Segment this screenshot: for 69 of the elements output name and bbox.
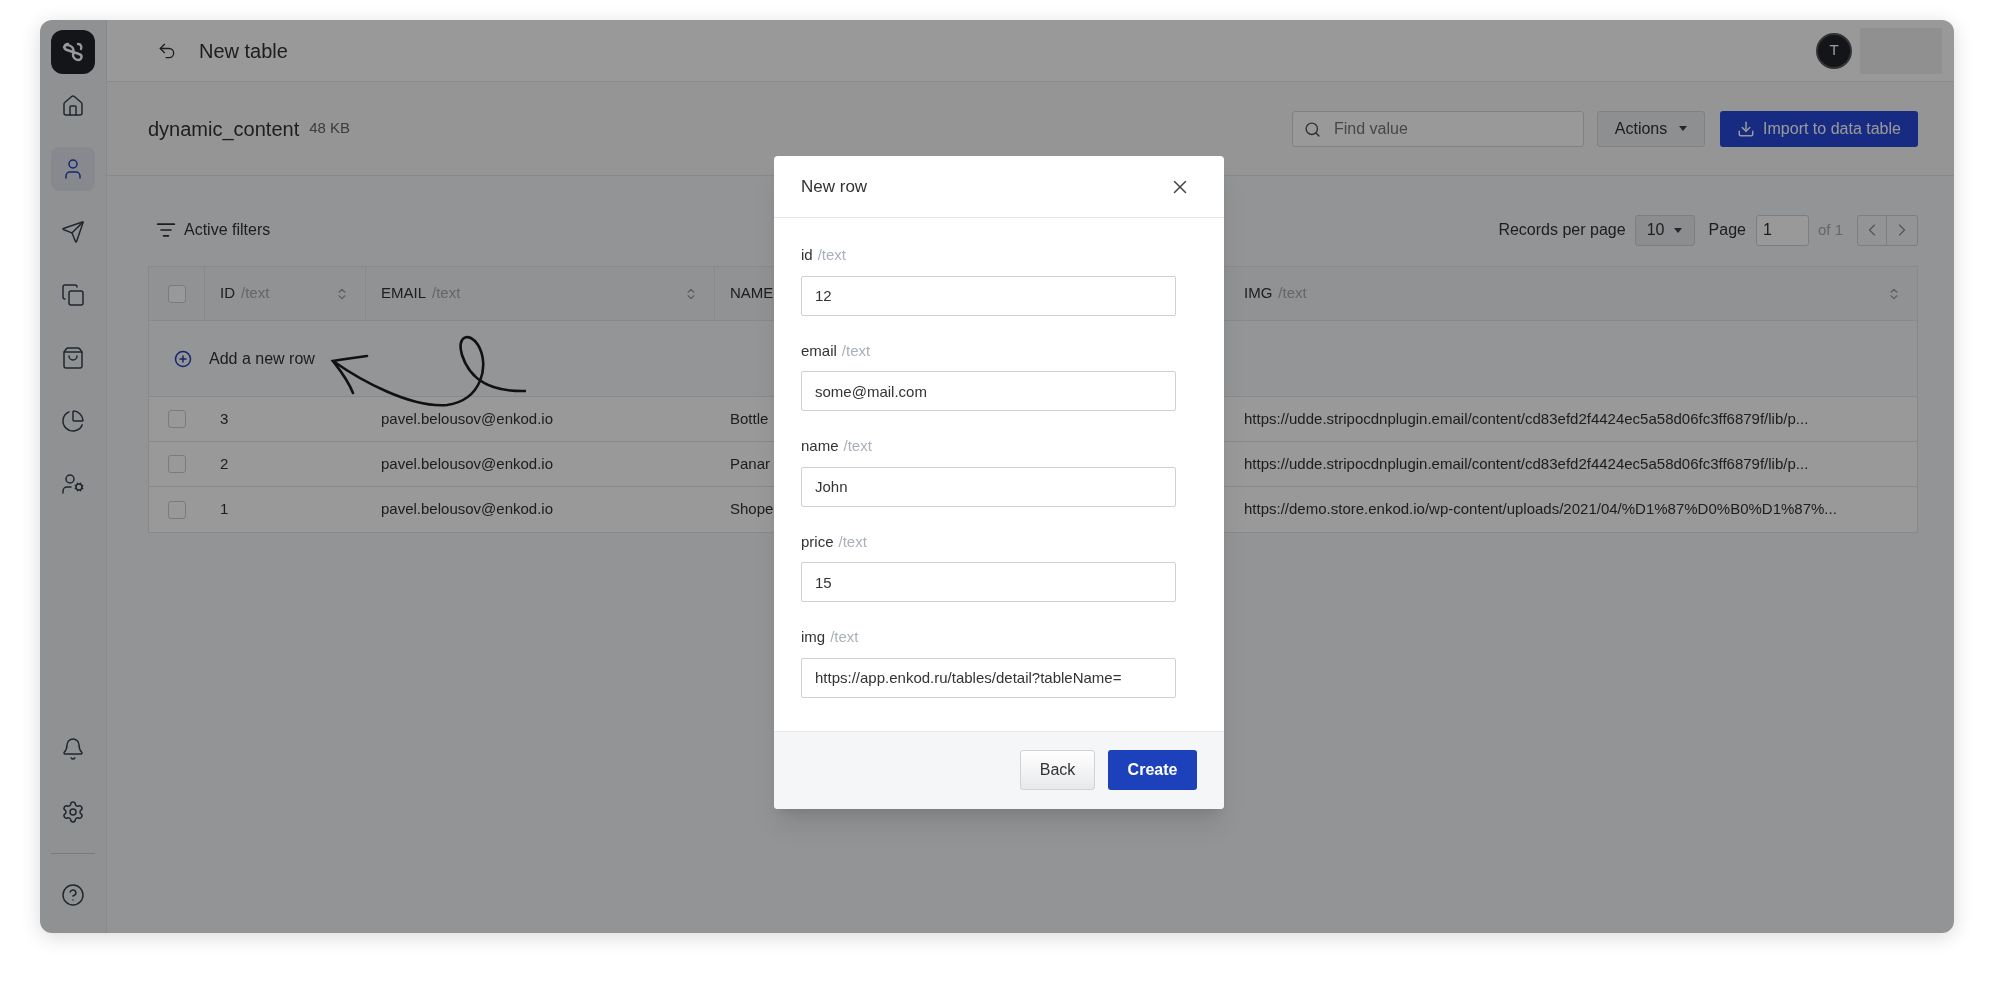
field-label: id xyxy=(801,245,813,265)
table-cell-text: pavel.belousov@enkod.io xyxy=(381,408,553,429)
table-name: dynamic_content xyxy=(148,116,300,143)
table-cell-text: 3 xyxy=(220,408,229,429)
table-cell-text: https://demo.store.enkod.io/wp-content/uploads/2021/04/%D1%87%D0%B0%D1%87%... xyxy=(1244,499,1837,520)
page-title: New table xyxy=(199,38,288,64)
table-cell-text: pavel.belousov@enkod.io xyxy=(381,499,553,520)
records-select[interactable]: 10 xyxy=(1634,214,1695,246)
table-cell-text: Panar xyxy=(730,453,771,474)
filter-icon[interactable] xyxy=(156,220,176,240)
copy-icon xyxy=(61,283,85,307)
add-row-link[interactable]: Add a new row xyxy=(209,346,315,371)
field-label: email xyxy=(801,340,837,361)
field-type: /text xyxy=(838,531,867,552)
shopping-bag-icon xyxy=(61,346,85,370)
page-label: Page xyxy=(1708,220,1746,240)
table-cell-text: 1 xyxy=(220,499,229,520)
table-cell-text: https://udde.stripocdnplugin.email/content/cd83efd2f4424ec5a58d06fc3ff6879f/lib/p... xyxy=(1244,453,1809,474)
input-field[interactable]: John xyxy=(801,466,1176,507)
field-type: /text xyxy=(843,436,872,456)
previous-page-button[interactable] xyxy=(1857,214,1887,246)
checkbox[interactable] xyxy=(168,500,186,519)
create-button[interactable]: Create xyxy=(1108,750,1197,790)
help-icon xyxy=(61,883,85,907)
field-type: /text xyxy=(817,245,847,265)
table-cell-text: 2 xyxy=(220,453,229,474)
table-cell-text: Bottle xyxy=(730,408,769,429)
column-title: ID xyxy=(220,283,235,304)
user-gear-icon xyxy=(61,472,85,496)
actions-button[interactable]: Actions xyxy=(1597,110,1705,147)
settings-icon xyxy=(61,800,85,824)
table-cell-text: Shope xyxy=(730,499,774,520)
input-field[interactable]: 15 xyxy=(801,562,1176,602)
column-title: EMAIL xyxy=(381,283,426,304)
search-icon xyxy=(1304,120,1321,138)
back-button[interactable]: Back xyxy=(1020,750,1095,790)
send-icon xyxy=(61,220,85,244)
table-size: 48 KB xyxy=(309,118,351,139)
input-field[interactable]: https://app.enkod.ru/tables/detail?tableName= xyxy=(801,657,1176,698)
add-icon[interactable] xyxy=(174,349,192,368)
download-icon xyxy=(1737,119,1756,138)
table-cell-text: https://udde.stripocdnplugin.email/content/cd83efd2f4424ec5a58d06fc3ff6879f/lib/p... xyxy=(1244,408,1809,429)
avatar[interactable]: T xyxy=(1816,32,1852,69)
bell-icon xyxy=(61,737,85,761)
input-field[interactable]: some@mail.com xyxy=(801,371,1176,411)
column-title: NAME xyxy=(730,283,774,304)
dialog-title: New row xyxy=(801,175,868,198)
field-type: /text xyxy=(841,340,871,361)
import-button[interactable]: Import to data table xyxy=(1720,110,1918,147)
page-field[interactable]: 1 xyxy=(1755,214,1809,246)
search-field[interactable]: Find value xyxy=(1292,110,1584,147)
caret-icon xyxy=(1674,227,1683,233)
logo-icon[interactable] xyxy=(51,30,95,74)
column-title: IMG xyxy=(1244,283,1273,304)
field-label: price xyxy=(801,531,834,552)
pie-chart-icon xyxy=(61,409,85,433)
field-type: /text xyxy=(830,627,859,647)
checkbox[interactable] xyxy=(167,284,186,303)
field-label: name xyxy=(801,436,839,456)
caret-icon xyxy=(1679,126,1688,131)
records-label: Records per page xyxy=(1498,220,1626,240)
checkbox[interactable] xyxy=(168,410,186,428)
filters-label[interactable]: Active filters xyxy=(184,218,271,242)
table-cell-text: pavel.belousov@enkod.io xyxy=(381,453,553,474)
field-label: img xyxy=(801,627,826,647)
sidebar-item[interactable] xyxy=(51,147,95,191)
home-icon xyxy=(61,94,85,118)
checkbox[interactable] xyxy=(168,455,186,473)
input-field[interactable]: 12 xyxy=(801,275,1176,316)
